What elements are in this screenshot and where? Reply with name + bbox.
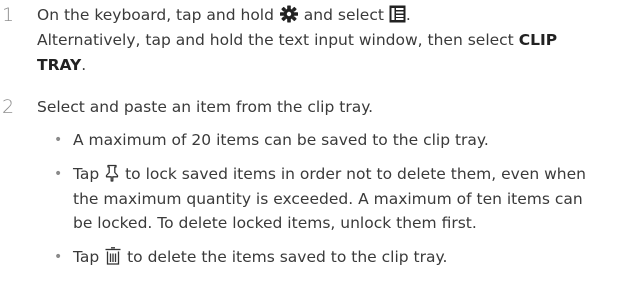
step-1-line-2: Alternatively, tap and hold the text inp… [37,29,557,51]
step-1-text-a: On the keyboard, tap and hold [37,6,279,24]
bullet-3-marker: • [54,249,63,265]
step-1-text-c: . [405,6,411,24]
bullet-1-line-1: A maximum of 20 items can be saved to th… [73,129,489,151]
step-2-number: 2 [2,96,15,118]
clip-tray-icon [389,5,406,29]
step-1-line-1: On the keyboard, tap and hold and select… [37,4,411,29]
bullet-1-marker: • [54,132,63,148]
bullet-1-text: A maximum of 20 items can be saved to th… [73,131,489,149]
step-1-number: 1 [2,4,15,26]
bullet-2-line-3: be locked. To delete locked items, unloc… [73,212,477,234]
bullet-2-line-2: the maximum quantity is exceeded. A maxi… [73,188,583,210]
step-1-text-alternative: Alternatively, tap and hold the text inp… [37,31,519,49]
step-1-text-b: and select [298,6,389,24]
step-1-line-3-end: . [81,56,87,74]
bullet-2-text-line-2: the maximum quantity is exceeded. A maxi… [73,190,583,208]
bullet-2-text-a: Tap [73,165,105,183]
bullet-2-line-1: Tap to lock saved items in order not to … [73,163,586,188]
step-2-text: Select and paste an item from the clip t… [37,98,374,116]
step-2-line-1: Select and paste an item from the clip t… [37,96,373,118]
bullet-3-line-1: Tap to delete the items saved to the cli… [73,246,447,271]
bullet-3-text-a: Tap [73,248,105,266]
clip-tray-label-part-2: TRAY [37,56,82,74]
pin-lock-icon [104,164,120,188]
bullet-3-text-b: to delete the items saved to the clip tr… [122,248,448,266]
clip-tray-label-part-1: CLIP [518,31,558,49]
gear-icon [279,5,299,29]
bullet-2-text-line-3: be locked. To delete locked items, unloc… [73,214,477,232]
step-1-line-3: TRAY. [37,54,86,76]
bullet-2-text-b: to lock saved items in order not to dele… [120,165,586,183]
trash-icon [104,247,122,271]
bullet-2-marker: • [54,166,63,182]
